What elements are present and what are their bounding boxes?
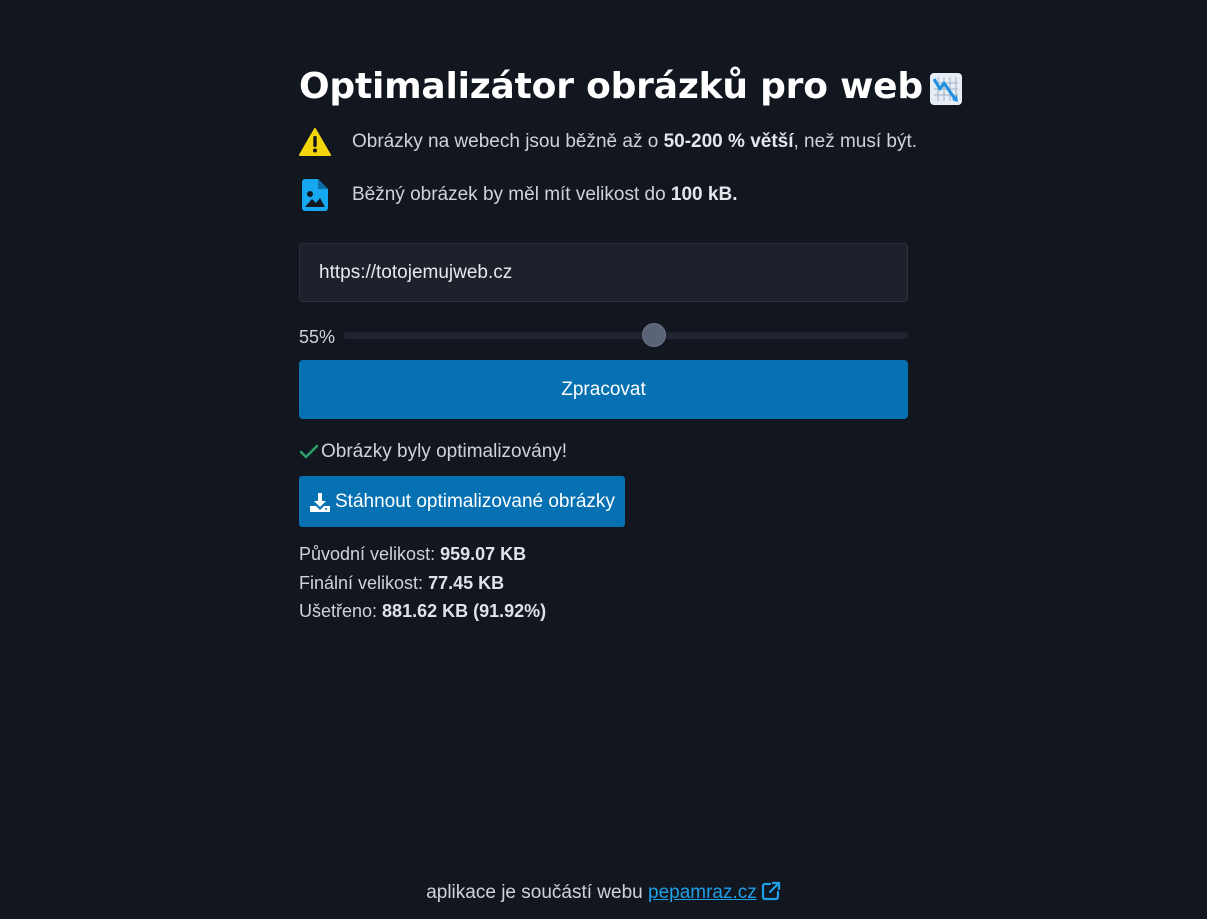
page: Optimalizátor obrázků pro web Obrázky na… xyxy=(0,0,1207,919)
external-link-icon[interactable] xyxy=(761,881,781,901)
download-button[interactable]: Stáhnout optimalizované obrázky xyxy=(299,476,625,527)
download-icon xyxy=(310,492,330,512)
stat-final-size: Finální velikost: 77.45 KB xyxy=(299,572,505,593)
download-button-label: Stáhnout optimalizované obrázky xyxy=(335,490,615,512)
check-icon xyxy=(299,444,319,459)
info-text-size-warning: Obrázky na webech jsou běžně až o 50-200… xyxy=(352,131,918,152)
page-title-text: Optimalizátor obrázků pro web xyxy=(299,66,923,107)
file-image-icon xyxy=(299,179,331,211)
quality-slider-track[interactable] xyxy=(343,323,908,347)
footer-link[interactable]: pepamraz.cz xyxy=(648,882,757,903)
stat-saved: Ušetřeno: 881.62 KB (91.92%) xyxy=(299,601,547,621)
quality-value-label: 55% xyxy=(299,327,336,347)
chart-decreasing-icon xyxy=(929,72,962,105)
info-row-recommended-size: Běžný obrázek by měl mít velikost do 100… xyxy=(299,179,737,211)
stat-original-size: Původní velikost: 959.07 KB xyxy=(299,544,527,564)
success-message: Obrázky byly optimalizovány! xyxy=(299,441,567,463)
process-button[interactable]: Zpracovat xyxy=(299,360,908,419)
url-input[interactable] xyxy=(299,243,908,302)
quality-control: 55% xyxy=(299,322,908,352)
info-row-size-warning: Obrázky na webech jsou běžně až o 50-200… xyxy=(299,126,917,158)
quality-slider-thumb[interactable] xyxy=(641,323,666,347)
page-title: Optimalizátor obrázků pro web xyxy=(299,66,962,107)
size-stats: Původní velikost: 959.07 KB Finální veli… xyxy=(299,540,546,626)
info-text-recommended-size: Běžný obrázek by měl mít velikost do 100… xyxy=(352,184,738,205)
warning-icon xyxy=(299,126,331,158)
footer: aplikace je součástí webu pepamraz.cz xyxy=(0,881,1207,904)
success-text: Obrázky byly optimalizovány! xyxy=(321,441,568,462)
footer-text: aplikace je součástí webu xyxy=(426,882,648,903)
